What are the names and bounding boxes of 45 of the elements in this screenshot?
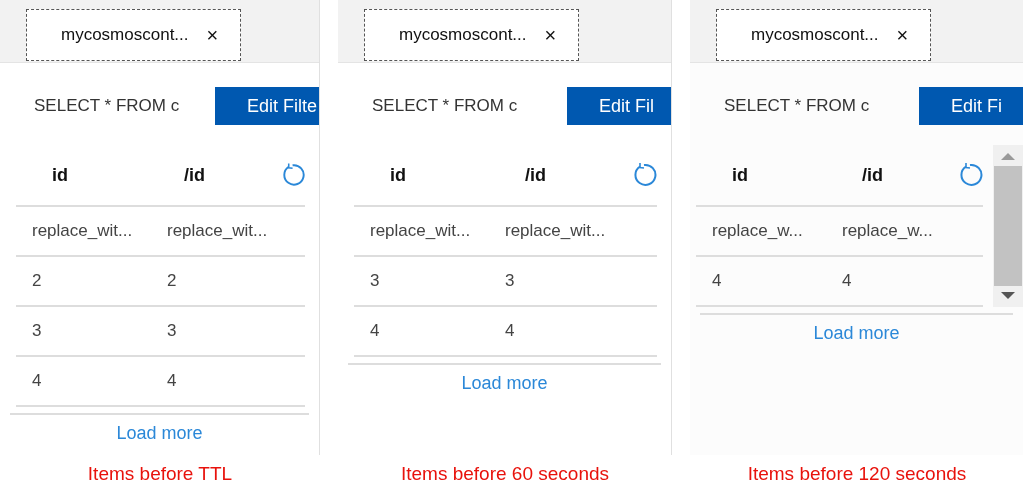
table-cell[interactable]: 2 bbox=[16, 271, 151, 291]
load-more-link[interactable]: Load more bbox=[461, 373, 548, 393]
column-header: id bbox=[51, 164, 69, 186]
caption-text: Items before TTL bbox=[86, 463, 234, 485]
document-tab[interactable]: mycosmoscont... × bbox=[716, 9, 932, 61]
table-cell[interactable]: 3 bbox=[489, 271, 624, 291]
table-cell[interactable]: 2 bbox=[151, 271, 286, 291]
document-tab[interactable]: mycosmoscont... × bbox=[26, 9, 242, 61]
table-cell[interactable]: 3 bbox=[151, 321, 286, 341]
document-tab[interactable]: mycosmoscont... × bbox=[364, 9, 580, 61]
table-cell[interactable]: replace_w... bbox=[696, 221, 826, 241]
table-cell[interactable]: replace_wit... bbox=[354, 221, 489, 241]
column-header: id bbox=[389, 164, 407, 186]
query-text: SELECT * FROM c bbox=[34, 96, 180, 116]
column-header: /id bbox=[182, 164, 206, 186]
caption-text: Items before 120 seconds bbox=[746, 463, 968, 485]
close-icon[interactable]: × bbox=[896, 23, 909, 47]
table-cell[interactable]: replace_wit... bbox=[151, 221, 286, 241]
table-cell[interactable]: 4 bbox=[826, 271, 956, 291]
edit-filter-button[interactable]: Edit Filte bbox=[215, 87, 319, 125]
table-cell[interactable]: 4 bbox=[354, 321, 489, 341]
table-cell[interactable]: 4 bbox=[151, 371, 286, 391]
table-cell[interactable]: replace_wit... bbox=[489, 221, 624, 241]
column-header: /id bbox=[861, 164, 884, 186]
edit-filter-button[interactable]: Edit Fil bbox=[567, 87, 671, 125]
table-cell[interactable]: 4 bbox=[16, 371, 151, 391]
close-icon[interactable]: × bbox=[206, 23, 219, 47]
close-icon[interactable]: × bbox=[544, 23, 557, 47]
table-cell[interactable]: 3 bbox=[354, 271, 489, 291]
caption-text: Items before 60 seconds bbox=[399, 463, 611, 485]
table-cell[interactable]: 3 bbox=[16, 321, 151, 341]
query-text: SELECT * FROM c bbox=[724, 96, 870, 116]
tab-title: mycosmoscont... bbox=[399, 25, 527, 45]
table-cell[interactable]: 4 bbox=[696, 271, 826, 291]
tab-title: mycosmoscont... bbox=[61, 25, 189, 45]
query-text: SELECT * FROM c bbox=[372, 96, 518, 116]
load-more-link[interactable]: Load more bbox=[813, 323, 900, 343]
load-more-link[interactable]: Load more bbox=[116, 423, 203, 443]
table-cell[interactable]: replace_wit... bbox=[16, 221, 151, 241]
column-header: id bbox=[731, 164, 749, 186]
tab-title: mycosmoscont... bbox=[751, 25, 879, 45]
table-cell[interactable]: replace_w... bbox=[826, 221, 956, 241]
column-header: /id bbox=[524, 164, 547, 186]
edit-filter-button[interactable]: Edit Fi bbox=[919, 87, 1023, 125]
table-cell[interactable]: 4 bbox=[489, 321, 624, 341]
